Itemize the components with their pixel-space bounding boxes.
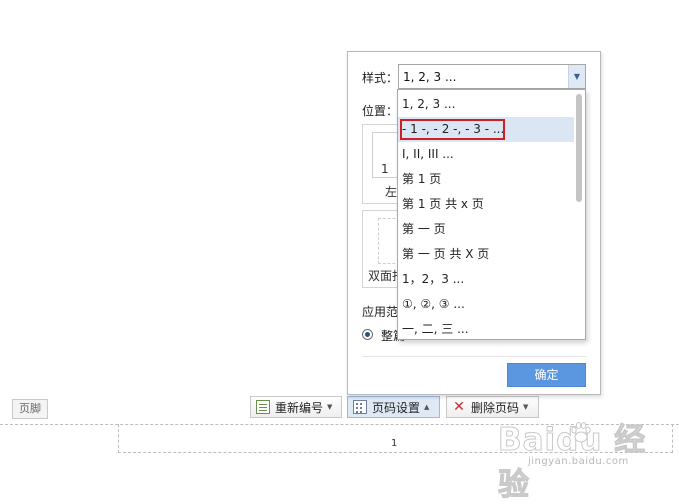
renumber-button[interactable]: 重新编号 ▼ bbox=[250, 396, 342, 418]
position-preview-number: 1 bbox=[381, 162, 389, 176]
style-select[interactable]: 1, 2, 3 ... ▼ bbox=[398, 64, 586, 89]
ok-button[interactable]: 确定 bbox=[507, 363, 586, 387]
style-option-label: 1，2，3 ... bbox=[402, 272, 465, 286]
chevron-down-icon[interactable]: ▼ bbox=[568, 65, 585, 88]
style-option[interactable]: - 1 -, - 2 -, - 3 - ... bbox=[398, 117, 574, 142]
style-label: 样式： bbox=[362, 71, 399, 85]
highlight-box bbox=[400, 119, 505, 140]
style-option[interactable]: I, II, III ... bbox=[398, 142, 574, 167]
style-option[interactable]: ①, ②, ③ ... bbox=[398, 292, 574, 317]
page-number-settings-icon bbox=[353, 400, 367, 414]
position-preview-side-label: 左 bbox=[385, 185, 398, 199]
style-option-label: 第 1 页 bbox=[402, 172, 442, 186]
dialog-divider bbox=[362, 356, 586, 357]
style-option[interactable]: 第 1 页 bbox=[398, 167, 574, 192]
apply-scope-label: 应用范 bbox=[362, 305, 399, 319]
style-option-label: 第 一 页 共 X 页 bbox=[402, 247, 490, 261]
apply-whole-doc-radio[interactable] bbox=[362, 329, 373, 340]
paw-logo-icon bbox=[571, 422, 591, 443]
scrollbar-thumb[interactable] bbox=[576, 94, 582, 202]
renumber-icon bbox=[256, 400, 270, 414]
style-option-label: 第 一 页 bbox=[402, 222, 446, 236]
style-select-value: 1, 2, 3 ... bbox=[403, 70, 457, 84]
style-option[interactable]: 第 1 页 共 x 页 bbox=[398, 192, 574, 217]
style-option-label: I, II, III ... bbox=[402, 147, 454, 161]
watermark: Baidu 经验 jingyan.baidu.com bbox=[498, 412, 670, 504]
footer-tag: 页脚 bbox=[12, 399, 48, 419]
page-number-settings-label: 页码设置 bbox=[372, 400, 421, 415]
style-option[interactable]: 1，2，3 ... bbox=[398, 267, 574, 292]
chevron-down-icon: ▼ bbox=[327, 403, 333, 411]
page-number-settings-button[interactable]: 页码设置 ▲ bbox=[347, 396, 440, 418]
style-option[interactable]: 第 一 页 共 X 页 bbox=[398, 242, 574, 267]
footer-page-number: 1 bbox=[391, 438, 398, 449]
chevron-down-icon: ▼ bbox=[523, 403, 529, 411]
style-option-label: 第 1 页 共 x 页 bbox=[402, 197, 484, 211]
delete-icon: ✕ bbox=[453, 399, 465, 415]
document-page: 页脚 1 重新编号 ▼ 页码设置 ▲ ✕ 删除页码 ▼ Baidu 经验 jin… bbox=[0, 0, 679, 504]
style-option[interactable]: 一, 二, 三 ... bbox=[398, 317, 574, 339]
scrollbar[interactable] bbox=[575, 92, 584, 337]
style-option[interactable]: 1, 2, 3 ... bbox=[398, 92, 574, 117]
chevron-up-icon: ▲ bbox=[424, 403, 430, 411]
style-dropdown-list[interactable]: 1, 2, 3 ... - 1 -, - 2 -, - 3 - ... I, II,… bbox=[397, 89, 586, 340]
style-option-label: ①, ②, ③ ... bbox=[402, 297, 465, 311]
style-options: 1, 2, 3 ... - 1 -, - 2 -, - 3 - ... I, II,… bbox=[398, 92, 574, 339]
position-label: 位置： bbox=[362, 104, 399, 118]
style-option-label: 一, 二, 三 ... bbox=[402, 322, 469, 336]
style-option[interactable]: 第 一 页 bbox=[398, 217, 574, 242]
watermark-url: jingyan.baidu.com bbox=[528, 456, 629, 467]
renumber-label: 重新编号 bbox=[275, 400, 324, 415]
style-option-label: 1, 2, 3 ... bbox=[402, 97, 456, 111]
